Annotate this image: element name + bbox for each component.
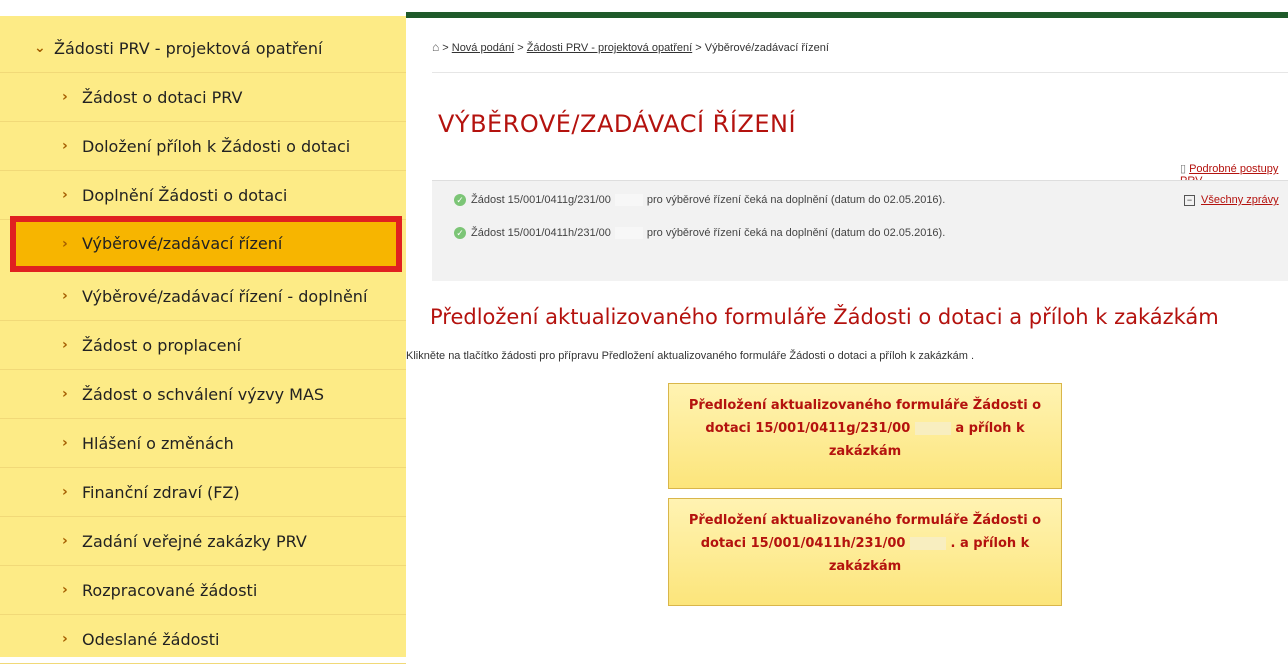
sidebar-item-label: Zadání veřejné zakázky PRV	[82, 531, 307, 551]
submit-updated-form-button-g[interactable]: Předložení aktualizovaného formuláře Žád…	[668, 383, 1062, 489]
button-line-prefix: dotaci 15/001/0411g/231/00	[705, 421, 911, 436]
button-line-prefix: dotaci 15/001/0411h/231/00	[700, 536, 906, 551]
message-prefix: Žádost 15/001/0411h/231/00	[471, 227, 611, 239]
check-circle-icon: ✓	[454, 227, 466, 239]
all-messages-link[interactable]: Všechny zprávy	[1201, 194, 1279, 206]
button-line: zakázkám	[828, 559, 902, 574]
sidebar-nav: ⌄ Žádosti PRV - projektová opatření › Žá…	[0, 0, 406, 664]
sidebar-item-label: Žádost o dotaci PRV	[82, 87, 243, 107]
chevron-right-icon: ›	[62, 631, 68, 647]
chevron-right-icon: ›	[62, 89, 68, 105]
sidebar-item-label: Doložení příloh k Žádosti o dotaci	[82, 136, 351, 156]
redacted-block	[910, 537, 947, 550]
check-circle-icon: ✓	[454, 194, 466, 206]
button-line: Předložení aktualizovaného formuláře Žád…	[688, 398, 1042, 413]
instruction-text: Klikněte na tlačítko žádosti pro příprav…	[406, 350, 975, 362]
button-line-suffix: . a příloh k	[950, 536, 1030, 551]
sidebar-item-financni-zdravi[interactable]: › Finanční zdraví (FZ)	[0, 468, 406, 517]
message-text: pro výběrové řízení čeká na doplnění (da…	[646, 227, 946, 239]
submit-updated-form-button-h[interactable]: Předložení aktualizovaného formuláře Žád…	[668, 498, 1062, 606]
redacted-block	[614, 194, 643, 206]
document-icon: ▯	[1180, 163, 1187, 175]
button-line: zakázkám	[828, 444, 902, 459]
sidebar-item-rozpracovane[interactable]: › Rozpracované žádosti	[0, 566, 406, 615]
chevron-right-icon: ›	[62, 337, 68, 353]
sidebar-item-zadost-o-dotaci[interactable]: › Žádost o dotaci PRV	[0, 73, 406, 122]
button-line: dotaci 15/001/0411g/231/00 a příloh k	[669, 417, 1061, 440]
section-title: Předložení aktualizovaného formuláře Žád…	[430, 305, 1219, 329]
chevron-right-icon: ›	[62, 435, 68, 451]
message-text: pro výběrové řízení čeká na doplnění (da…	[646, 194, 946, 206]
chevron-down-icon: ⌄	[34, 40, 46, 56]
message-item: ✓ Žádost 15/001/0411h/231/00 pro výběrov…	[454, 227, 945, 239]
all-messages-toggle[interactable]: − Všechny zprávy	[1184, 194, 1279, 206]
sidebar-item-label: Žádost o schválení výzvy MAS	[82, 384, 325, 404]
home-icon[interactable]: ⌂	[432, 40, 439, 54]
breadcrumb-sep: >	[517, 42, 524, 54]
main-content: ⌂ > Nová podání > Žádosti PRV - projektov…	[406, 0, 1288, 657]
sidebar-item-label: Výběrové/zadávací řízení	[82, 234, 283, 253]
sidebar-item-doplneni-zadosti[interactable]: › Doplnění Žádosti o dotaci	[0, 171, 406, 220]
button-line: Předložení aktualizovaného formuláře Žád…	[688, 513, 1042, 528]
sidebar-item-schvaleni-vyzvy-mas[interactable]: › Žádost o schválení výzvy MAS	[0, 370, 406, 419]
sidebar-item-label: Finanční zdraví (FZ)	[82, 482, 240, 502]
breadcrumb-link-zadosti-prv[interactable]: Žádosti PRV - projektová opatření	[527, 42, 693, 54]
sidebar-item-verejne-zakazky[interactable]: › Zadání veřejné zakázky PRV	[0, 517, 406, 566]
sidebar-item-vyberove-rizeni-doplneni[interactable]: › Výběrové/zadávací řízení - doplnění	[0, 272, 406, 321]
chevron-right-icon: ›	[62, 582, 68, 598]
button-line-suffix: a příloh k	[955, 421, 1025, 436]
button-line: dotaci 15/001/0411h/231/00 . a příloh k	[669, 532, 1061, 555]
collapse-icon[interactable]: −	[1184, 194, 1195, 206]
chevron-right-icon: ›	[62, 235, 68, 252]
chevron-right-icon: ›	[62, 187, 68, 203]
breadcrumb-link-nova-podani[interactable]: Nová podání	[452, 42, 514, 54]
chevron-right-icon: ›	[62, 138, 68, 154]
sidebar-item-label: Rozpracované žádosti	[82, 580, 258, 600]
messages-panel: ✓ Žádost 15/001/0411g/231/00 pro výběrov…	[432, 180, 1288, 281]
breadcrumb: ⌂ > Nová podání > Žádosti PRV - projektov…	[432, 40, 829, 54]
chevron-right-icon: ›	[62, 533, 68, 549]
redacted-block	[614, 227, 643, 239]
sidebar-parent-zadosti-prv[interactable]: ⌄ Žádosti PRV - projektová opatření	[0, 24, 406, 73]
chevron-right-icon: ›	[62, 484, 68, 500]
breadcrumb-divider	[432, 72, 1288, 73]
sidebar-item-label: Žádost o proplacení	[82, 335, 242, 355]
breadcrumb-current: Výběrové/zadávací řízení	[704, 42, 829, 54]
sidebar-item-zadost-o-proplaceni[interactable]: › Žádost o proplacení	[0, 321, 406, 370]
message-item: ✓ Žádost 15/001/0411g/231/00 pro výběrov…	[454, 194, 945, 206]
sidebar-top-strip	[0, 0, 406, 16]
breadcrumb-sep: >	[695, 42, 702, 54]
chevron-right-icon: ›	[62, 386, 68, 402]
page-title: VÝBĚROVÉ/ZADÁVACÍ ŘÍZENÍ	[438, 110, 797, 138]
sidebar-item-dolozeni-priloh[interactable]: › Doložení příloh k Žádosti o dotaci	[0, 122, 406, 171]
sidebar-item-label: Výběrové/zadávací řízení - doplnění	[82, 286, 368, 306]
redacted-block	[914, 422, 951, 435]
sidebar-item-label: Odeslané žádosti	[82, 629, 220, 649]
sidebar-item-vyberove-rizeni[interactable]: › Výběrové/zadávací řízení	[10, 216, 402, 272]
sidebar-item-label: Doplnění Žádosti o dotaci	[82, 185, 288, 205]
top-accent-bar	[406, 12, 1288, 18]
chevron-right-icon: ›	[62, 288, 68, 304]
sidebar-parent-label: Žádosti PRV - projektová opatření	[54, 38, 323, 58]
breadcrumb-sep: >	[442, 42, 449, 54]
sidebar-item-hlaseni-o-zmenach[interactable]: › Hlášení o změnách	[0, 419, 406, 468]
message-prefix: Žádost 15/001/0411g/231/00	[471, 194, 611, 206]
sidebar-item-label: Hlášení o změnách	[82, 433, 234, 453]
